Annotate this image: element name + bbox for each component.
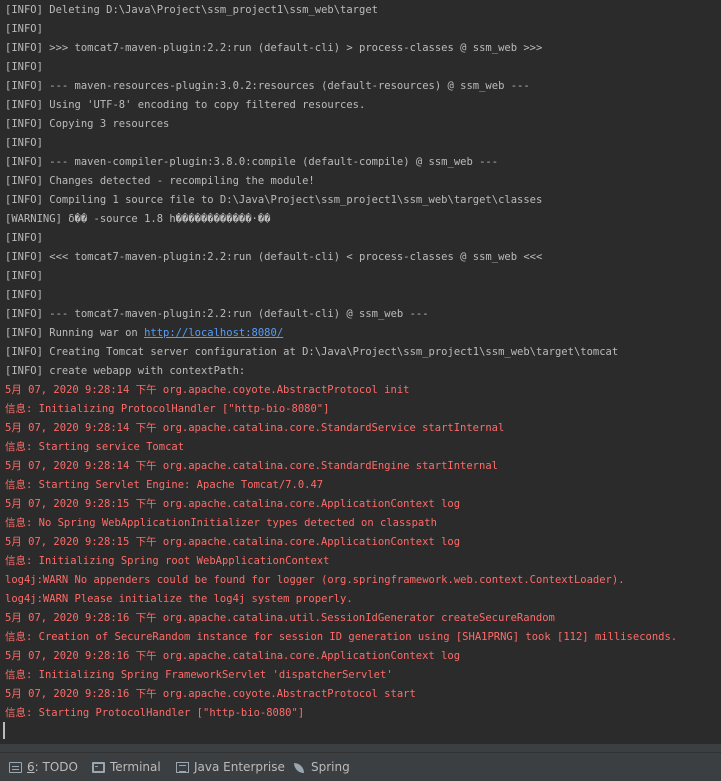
- java-enterprise-label: Java Enterprise: [194, 760, 285, 774]
- console-line-text: 5月 07, 2020 9:28:14 下午 org.apache.coyote…: [5, 384, 410, 396]
- console-line-text: [INFO]: [5, 270, 43, 282]
- localhost-link[interactable]: http://localhost:8080/: [144, 327, 283, 339]
- console-line: 5月 07, 2020 9:28:16 下午 org.apache.catali…: [5, 609, 721, 628]
- console-line-text: [INFO] <<< tomcat7-maven-plugin:2.2:run …: [5, 251, 543, 263]
- console-line: 5月 07, 2020 9:28:14 下午 org.apache.catali…: [5, 419, 721, 438]
- console-line-text: 5月 07, 2020 9:28:16 下午 org.apache.coyote…: [5, 688, 416, 700]
- spring-leaf-icon: [293, 762, 306, 773]
- console-line-text: 信息: Starting ProtocolHandler ["http-bio-…: [5, 707, 305, 719]
- console-line: [INFO] Using 'UTF-8' encoding to copy fi…: [5, 96, 721, 115]
- todo-list-icon: [9, 761, 22, 773]
- console-line: 5月 07, 2020 9:28:16 下午 org.apache.catali…: [5, 647, 721, 666]
- console-line-text: 5月 07, 2020 9:28:16 下午 org.apache.catali…: [5, 612, 555, 624]
- console-line-text: 信息: Starting Servlet Engine: Apache Tomc…: [5, 479, 324, 491]
- tab-terminal[interactable]: Terminal: [92, 753, 161, 781]
- console-line: [INFO]: [5, 229, 721, 248]
- console-line: log4j:WARN Please initialize the log4j s…: [5, 590, 721, 609]
- console-line: [WARNING] δ�� -source 1.8 h������������·…: [5, 210, 721, 229]
- console-line: [INFO]: [5, 20, 721, 39]
- console-line-text: [INFO] Creating Tomcat server configurat…: [5, 346, 619, 358]
- console-line: [INFO] Deleting D:\Java\Project\ssm_proj…: [5, 1, 721, 20]
- console-line: 5月 07, 2020 9:28:15 下午 org.apache.catali…: [5, 533, 721, 552]
- console-line: log4j:WARN No appenders could be found f…: [5, 571, 721, 590]
- console-line-text: [INFO] --- maven-resources-plugin:3.0.2:…: [5, 80, 530, 92]
- console-line-text: [INFO] --- maven-compiler-plugin:3.8.0:c…: [5, 156, 499, 168]
- console-line-text: [INFO] Compiling 1 source file to D:\Jav…: [5, 194, 543, 206]
- console-line-text: [INFO]: [5, 137, 43, 149]
- console-line: [INFO] --- maven-compiler-plugin:3.8.0:c…: [5, 153, 721, 172]
- horizontal-scrollbar[interactable]: [0, 744, 721, 752]
- console-line-text: 信息: Initializing ProtocolHandler ["http-…: [5, 403, 330, 415]
- console-line: [INFO] Compiling 1 source file to D:\Jav…: [5, 191, 721, 210]
- console-line-text: [INFO] Using 'UTF-8' encoding to copy fi…: [5, 99, 366, 111]
- terminal-icon: [92, 761, 105, 773]
- console-line: [INFO] >>> tomcat7-maven-plugin:2.2:run …: [5, 39, 721, 58]
- console-line-text: 5月 07, 2020 9:28:15 下午 org.apache.catali…: [5, 498, 461, 510]
- console-line: [INFO] Creating Tomcat server configurat…: [5, 343, 721, 362]
- console-line-text: [INFO] --- tomcat7-maven-plugin:2.2:run …: [5, 308, 429, 320]
- console-line: 信息: Starting service Tomcat: [5, 438, 721, 457]
- console-line-text: [INFO] >>> tomcat7-maven-plugin:2.2:run …: [5, 42, 543, 54]
- console-line-text: [INFO]: [5, 289, 43, 301]
- todo-label: : TODO: [34, 760, 78, 774]
- console-line: [INFO] Copying 3 resources: [5, 115, 721, 134]
- java-enterprise-icon: [176, 761, 189, 773]
- bottom-tool-window-bar: 6: TODO Terminal Java Enterprise Spring: [0, 752, 721, 781]
- terminal-label: Terminal: [110, 760, 161, 774]
- console-line-text: [INFO] Changes detected - recompiling th…: [5, 175, 315, 187]
- console-line-text: [INFO] Copying 3 resources: [5, 118, 170, 130]
- console-line-text: [INFO]: [5, 23, 43, 35]
- console-line: 信息: Creation of SecureRandom instance fo…: [5, 628, 721, 647]
- console-line-text: 5月 07, 2020 9:28:16 下午 org.apache.catali…: [5, 650, 461, 662]
- console-line-text: log4j:WARN Please initialize the log4j s…: [5, 593, 353, 605]
- console-line-text: 信息: No Spring WebApplicationInitializer …: [5, 517, 437, 529]
- console-line-text: [INFO]: [5, 61, 43, 73]
- console-line: 5月 07, 2020 9:28:14 下午 org.apache.catali…: [5, 457, 721, 476]
- console-line: [INFO]: [5, 58, 721, 77]
- todo-mnemonic: 6: [27, 760, 35, 774]
- console-line: [INFO]: [5, 134, 721, 153]
- console-line: 5月 07, 2020 9:28:16 下午 org.apache.coyote…: [5, 685, 721, 704]
- console-line: [INFO] Changes detected - recompiling th…: [5, 172, 721, 191]
- console-line: 信息: Initializing Spring FrameworkServlet…: [5, 666, 721, 685]
- console-line-text: 5月 07, 2020 9:28:15 下午 org.apache.catali…: [5, 536, 461, 548]
- console-line: [INFO] Running war on http://localhost:8…: [5, 324, 721, 343]
- console-line-text: 信息: Initializing Spring FrameworkServlet…: [5, 669, 393, 681]
- console-line-text: [INFO] create webapp with contextPath:: [5, 365, 246, 377]
- console-line-text: [INFO] Running war on: [5, 327, 145, 339]
- console-line: [INFO] <<< tomcat7-maven-plugin:2.2:run …: [5, 248, 721, 267]
- console-line: [INFO] --- maven-resources-plugin:3.0.2:…: [5, 77, 721, 96]
- console-line-text: 信息: Creation of SecureRandom instance fo…: [5, 631, 678, 643]
- console-line: 信息: Starting Servlet Engine: Apache Tomc…: [5, 476, 721, 495]
- console-line-text: 信息: Initializing Spring root WebApplicat…: [5, 555, 330, 567]
- console-line-text: 信息: Starting service Tomcat: [5, 441, 185, 453]
- console-line: [INFO] --- tomcat7-maven-plugin:2.2:run …: [5, 305, 721, 324]
- console-line: 5月 07, 2020 9:28:14 下午 org.apache.coyote…: [5, 381, 721, 400]
- run-console[interactable]: [INFO] Deleting D:\Java\Project\ssm_proj…: [0, 0, 721, 744]
- console-line: 信息: Starting ProtocolHandler ["http-bio-…: [5, 704, 721, 723]
- spring-label: Spring: [311, 760, 350, 774]
- console-line-text: [INFO] Deleting D:\Java\Project\ssm_proj…: [5, 4, 378, 16]
- console-line-text: 5月 07, 2020 9:28:14 下午 org.apache.catali…: [5, 422, 505, 434]
- console-line: 信息: Initializing Spring root WebApplicat…: [5, 552, 721, 571]
- tab-spring[interactable]: Spring: [293, 753, 350, 781]
- console-line: [INFO]: [5, 286, 721, 305]
- console-output: [INFO] Deleting D:\Java\Project\ssm_proj…: [5, 1, 721, 723]
- console-line-text: [WARNING] δ�� -source 1.8 h������������·…: [5, 213, 271, 225]
- tab-todo[interactable]: 6: TODO: [9, 753, 78, 781]
- console-line-text: [INFO]: [5, 232, 43, 244]
- console-line: [INFO] create webapp with contextPath:: [5, 362, 721, 381]
- console-line: 信息: Initializing ProtocolHandler ["http-…: [5, 400, 721, 419]
- console-line-text: log4j:WARN No appenders could be found f…: [5, 574, 625, 586]
- text-cursor: [3, 722, 5, 739]
- console-line: [INFO]: [5, 267, 721, 286]
- console-line-text: 5月 07, 2020 9:28:14 下午 org.apache.catali…: [5, 460, 498, 472]
- tab-java-enterprise[interactable]: Java Enterprise: [176, 753, 285, 781]
- console-line: 5月 07, 2020 9:28:15 下午 org.apache.catali…: [5, 495, 721, 514]
- console-line: 信息: No Spring WebApplicationInitializer …: [5, 514, 721, 533]
